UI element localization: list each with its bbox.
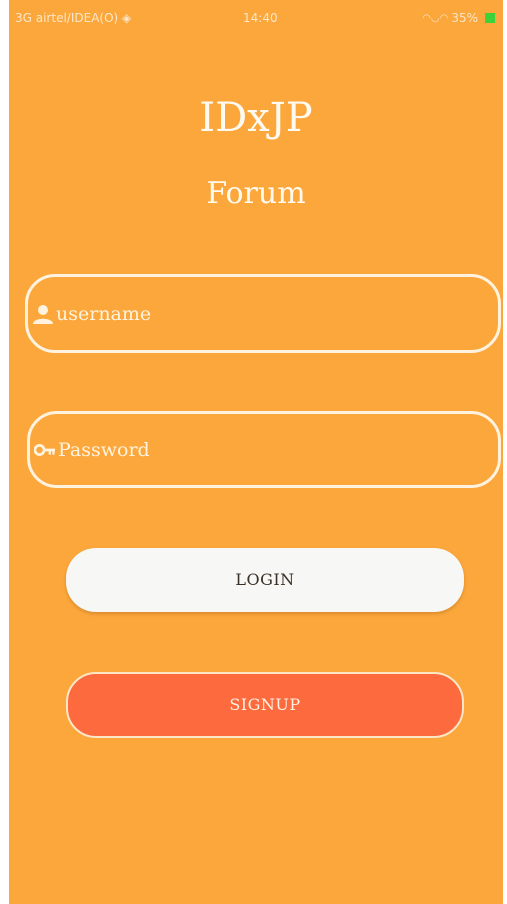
- username-field[interactable]: username: [25, 274, 501, 353]
- password-placeholder: Password: [58, 438, 150, 461]
- status-right-group: ◠◡◠ 35%: [422, 11, 495, 25]
- app-title: IDxJP: [199, 95, 313, 141]
- battery-icon: [485, 13, 495, 23]
- battery-percent: 35%: [451, 11, 478, 25]
- login-screen: 3G airtel/IDEA(O) ◈ 14:40 ◠◡◠ 35% IDxJP …: [9, 0, 503, 904]
- status-bar: 3G airtel/IDEA(O) ◈ 14:40 ◠◡◠ 35%: [9, 0, 503, 38]
- carrier-label: 3G airtel/IDEA(O) ◈: [15, 11, 132, 25]
- user-icon: [32, 303, 54, 325]
- signal-icon: ◠◡◠: [422, 12, 449, 24]
- login-button[interactable]: LOGIN: [66, 548, 464, 612]
- password-field[interactable]: Password: [27, 411, 501, 488]
- app-subtitle: Forum: [206, 176, 306, 211]
- username-placeholder: username: [56, 302, 152, 325]
- key-icon: [34, 439, 56, 461]
- signup-button[interactable]: SIGNUP: [66, 672, 464, 738]
- clock: 14:40: [243, 11, 278, 25]
